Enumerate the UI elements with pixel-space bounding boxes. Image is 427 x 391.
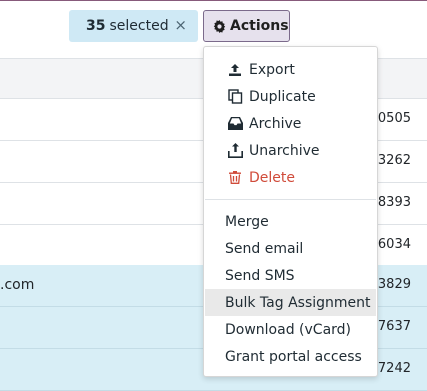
actions-label: Actions xyxy=(230,18,289,34)
menu-item-label: Download (vCard) xyxy=(225,321,351,338)
menu-item-send-email[interactable]: Send email xyxy=(205,235,376,262)
menu-divider xyxy=(205,199,376,200)
menu-item-label: Archive xyxy=(249,115,302,132)
row-phone-cell: -0505 xyxy=(373,111,411,126)
menu-item-label: Send SMS xyxy=(225,267,295,284)
menu-item-label: Merge xyxy=(225,213,269,230)
menu-item-archive[interactable]: Archive xyxy=(205,110,376,137)
menu-item-label: Grant portal access xyxy=(225,348,362,365)
gear-icon xyxy=(213,19,226,33)
row-phone-cell: -6034 xyxy=(373,237,411,252)
row-phone-cell: -8393 xyxy=(373,195,411,210)
copy-icon xyxy=(227,89,243,105)
menu-item-unarchive[interactable]: Unarchive xyxy=(205,137,376,164)
menu-item-download-vcard[interactable]: Download (vCard) xyxy=(205,316,376,343)
menu-item-grant-portal-access[interactable]: Grant portal access xyxy=(205,343,376,370)
menu-item-export[interactable]: Export xyxy=(205,56,376,83)
unarchive-icon xyxy=(227,143,243,159)
menu-item-merge[interactable]: Merge xyxy=(205,208,376,235)
menu-item-label: Export xyxy=(249,61,295,78)
row-phone-cell: -7242 xyxy=(373,361,411,376)
upload-icon xyxy=(227,62,243,78)
selection-count: 35 xyxy=(86,18,106,34)
clear-selection-icon[interactable]: × xyxy=(174,16,187,34)
actions-dropdown-menu: Export Duplicate Archive Unarchive Delet… xyxy=(203,46,378,377)
menu-item-delete[interactable]: Delete xyxy=(205,164,376,191)
menu-item-label: Duplicate xyxy=(249,88,316,105)
selection-badge: 35 selected × xyxy=(69,10,198,42)
menu-item-label: Send email xyxy=(225,240,304,257)
inbox-icon xyxy=(227,116,243,132)
menu-item-label: Delete xyxy=(249,169,295,186)
menu-item-label: Unarchive xyxy=(249,142,320,159)
menu-item-bulk-tag-assignment[interactable]: Bulk Tag Assignment xyxy=(205,289,376,316)
actions-button[interactable]: Actions xyxy=(203,10,290,42)
row-phone-cell: -3829 xyxy=(373,277,411,292)
trash-icon xyxy=(227,170,243,186)
selection-label: selected xyxy=(109,18,169,34)
menu-item-send-sms[interactable]: Send SMS xyxy=(205,262,376,289)
row-email-cell: .com xyxy=(0,277,35,293)
menu-item-label: Bulk Tag Assignment xyxy=(225,294,371,311)
menu-item-duplicate[interactable]: Duplicate xyxy=(205,83,376,110)
row-phone-cell: -3262 xyxy=(373,153,411,168)
row-phone-cell: -7637 xyxy=(373,319,411,334)
